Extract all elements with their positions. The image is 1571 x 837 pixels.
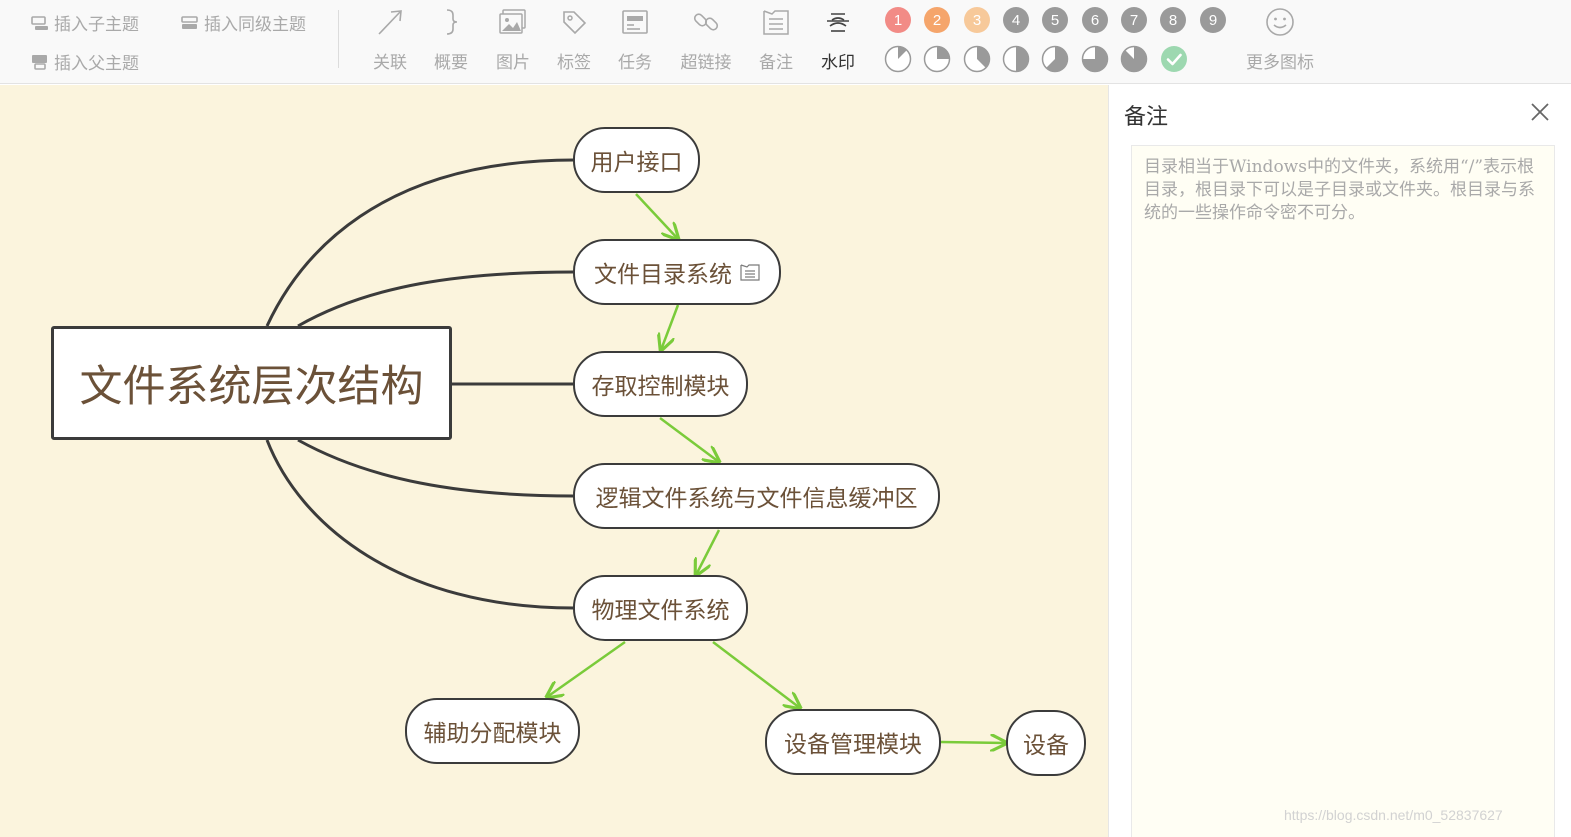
insert-sibling-button[interactable]: 插入同级主题 [181,10,306,35]
progress-7-8-icon[interactable] [1120,45,1148,73]
arrow-n7-n8 [940,742,1006,743]
arrow-n4-n5 [696,529,721,575]
task-icon [622,10,648,34]
link-icon [693,13,719,31]
insert-parent-icon [32,54,47,70]
priority-5-icon[interactable]: 5 [1042,7,1068,33]
priority-3-icon[interactable]: 3 [964,7,990,33]
task-label: 任务 [618,53,652,73]
hyperlink-label: 超链接 [680,53,732,73]
insert-sibling-label: 插入同级主题 [204,15,306,35]
note-textarea[interactable]: 目录相当于Windows中的文件夹，系统用“/”表示根目录，根目录下可以是子目录… [1131,145,1555,837]
topic-device[interactable]: 设备 [1006,710,1086,776]
priority-8-icon[interactable]: 8 [1160,7,1186,33]
smiley-icon [1266,8,1294,36]
topic-directory-system[interactable]: 文件目录系统 [573,239,781,305]
arrow-n3-n4 [659,416,719,462]
progress-2-8-icon[interactable] [923,45,951,73]
more-icons-tool[interactable]: 更多图标 [1246,4,1314,78]
priority-6-icon[interactable]: 6 [1082,7,1108,33]
close-icon[interactable] [1529,101,1551,123]
toolbar: 插入子主题 插入同级主题 插入父主题 关联 概要 图片 标签 任务 超链接 备注… [0,0,1571,84]
summary-brace-icon [446,9,458,35]
tag-icon [563,11,587,35]
arrow-n5-n7 [712,641,800,708]
image-icon [499,9,526,34]
watermark-icon [827,13,849,32]
arrow-n5-n6 [547,640,626,697]
insert-child-label: 插入子主题 [54,15,139,35]
progress-5-8-icon[interactable] [1041,45,1069,73]
arrow-n1-n2 [635,193,678,239]
topic-physical-fs[interactable]: 物理文件系统 [573,575,748,641]
notes-panel: 备注 目录相当于Windows中的文件夹，系统用“/”表示根目录，根目录下可以是… [1108,85,1571,837]
arrow-n2-n3 [661,304,680,350]
progress-1-8-icon[interactable] [884,45,912,73]
insert-child-icon [31,15,48,30]
notes-panel-title: 备注 [1124,105,1169,130]
progress-4-8-icon[interactable] [1002,45,1030,73]
priority-7-icon[interactable]: 7 [1121,7,1147,33]
progress-6-8-icon[interactable] [1081,45,1109,73]
note-icon[interactable] [740,263,760,281]
progress-3-8-icon[interactable] [963,45,991,73]
topic-user-interface[interactable]: 用户接口 [573,127,700,193]
topic-device-management[interactable]: 设备管理模块 [765,709,941,775]
topic-logical-fs[interactable]: 逻辑文件系统与文件信息缓冲区 [573,463,940,529]
topic-label: 文件目录系统 [594,262,732,288]
hyperlink-tool[interactable]: 超链接 [678,4,734,78]
branch-to-physical-fs [265,439,575,610]
more-icons-label: 更多图标 [1246,53,1314,73]
relation-arrow-icon [378,10,402,35]
insert-sibling-icon [181,15,198,29]
priority-1-icon[interactable]: 1 [885,7,911,33]
branch-to-directory-system [297,270,575,328]
insert-parent-button[interactable]: 插入父主题 [31,49,139,74]
branch-to-logical-fs [297,438,575,498]
priority-4-icon[interactable]: 4 [1003,7,1029,33]
note-icon [763,10,789,35]
branch-to-user-interface [265,158,575,327]
watermark-label: 水印 [821,53,855,73]
priority-9-icon[interactable]: 9 [1200,7,1226,33]
watermark-tool[interactable]: 水印 [810,4,866,78]
topic-access-control[interactable]: 存取控制模块 [573,351,748,417]
topic-aux-allocation[interactable]: 辅助分配模块 [405,698,580,764]
tag-tool[interactable]: 标签 [546,4,602,78]
root-topic[interactable]: 文件系统层次结构 [51,326,452,440]
insert-child-button[interactable]: 插入子主题 [31,10,139,35]
summary-tool[interactable]: 概要 [423,4,479,78]
progress-done-icon[interactable] [1160,45,1188,73]
priority-2-icon[interactable]: 2 [924,7,950,33]
task-tool[interactable]: 任务 [607,4,663,78]
image-tool[interactable]: 图片 [485,4,541,78]
insert-parent-label: 插入父主题 [54,54,139,74]
note-tool[interactable]: 备注 [748,4,804,78]
page-watermark: https://blog.csdn.net/m0_52837627 [1284,807,1503,823]
mindmap-canvas[interactable]: 文件系统层次结构 用户接口 文件目录系统 存取控制模块 逻辑文件系统与文件信息缓… [0,85,1108,837]
toolbar-divider [338,10,339,68]
relation-tool[interactable]: 关联 [362,4,418,78]
